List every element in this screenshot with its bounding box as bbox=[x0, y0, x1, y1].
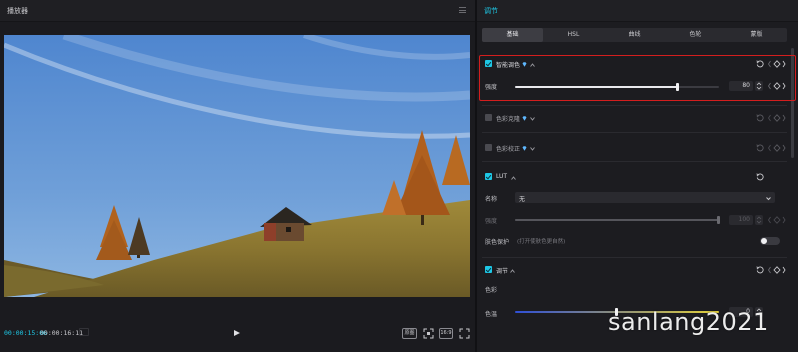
divider bbox=[482, 257, 787, 258]
lut-name-label: 名称 bbox=[485, 196, 498, 203]
landscape-frame bbox=[4, 35, 470, 297]
chevron-up-icon[interactable] bbox=[511, 174, 516, 180]
chevron-down-icon[interactable] bbox=[530, 115, 535, 121]
tab-basic[interactable]: 基础 bbox=[482, 28, 543, 42]
play-button[interactable] bbox=[234, 330, 240, 336]
temperature-label: 色温 bbox=[485, 311, 498, 318]
adjust-tabs: 基础 HSL 曲线 色轮 蒙版 bbox=[482, 28, 787, 42]
temperature-input[interactable]: 0 bbox=[729, 307, 753, 317]
timecode-toggle[interactable] bbox=[79, 328, 89, 336]
smart-color-label: 智能调色 bbox=[496, 62, 521, 69]
color-correct-checkbox[interactable] bbox=[485, 144, 492, 151]
lut-name-value: 无 bbox=[519, 196, 526, 203]
skin-protect-note: (打开使肤色更自然) bbox=[517, 239, 566, 245]
lut-intensity-input[interactable]: 100 bbox=[729, 215, 753, 225]
reset-icon[interactable] bbox=[756, 144, 764, 152]
adjust-panel: 调节 基础 HSL 曲线 色轮 蒙版 智能调色 强度 80 色彩克隆 色彩校正 … bbox=[477, 0, 798, 352]
intensity-stepper[interactable] bbox=[755, 81, 763, 91]
tab-mask[interactable]: 蒙版 bbox=[726, 28, 787, 42]
intensity-stepper[interactable] bbox=[755, 215, 763, 225]
temperature-slider[interactable] bbox=[515, 308, 719, 316]
vip-gem-icon bbox=[522, 115, 527, 121]
slider-thumb[interactable] bbox=[717, 216, 720, 224]
keyframe-nav-icon[interactable] bbox=[767, 216, 786, 224]
vip-gem-icon bbox=[522, 61, 527, 67]
color-group-label: 色彩 bbox=[485, 287, 498, 294]
fullscreen-icon[interactable] bbox=[459, 328, 470, 339]
smart-color-intensity-input[interactable]: 80 bbox=[729, 81, 753, 91]
divider bbox=[482, 105, 787, 106]
player-header: 播放器 bbox=[0, 0, 475, 22]
keyframe-nav-icon[interactable] bbox=[767, 144, 786, 152]
chevron-down-icon bbox=[766, 195, 771, 201]
total-timecode: 00:00:16:11 bbox=[40, 329, 84, 337]
reset-icon[interactable] bbox=[756, 266, 764, 274]
smart-color-intensity-label: 强度 bbox=[485, 84, 498, 91]
adjust-section-label: 调节 bbox=[496, 268, 509, 275]
tab-curves[interactable]: 曲线 bbox=[604, 28, 665, 42]
slider-thumb[interactable] bbox=[615, 308, 618, 316]
color-correct-label: 色彩校正 bbox=[496, 146, 521, 153]
adjust-checkbox[interactable] bbox=[485, 266, 492, 273]
original-image-button[interactable]: 原图 bbox=[402, 328, 417, 339]
video-preview bbox=[4, 35, 470, 297]
scrollbar[interactable] bbox=[791, 48, 794, 348]
scroll-thumb[interactable] bbox=[791, 48, 794, 158]
reset-icon[interactable] bbox=[756, 114, 764, 122]
temperature-stepper[interactable] bbox=[755, 307, 763, 317]
lut-label: LUT bbox=[496, 173, 508, 180]
player-title: 播放器 bbox=[7, 7, 28, 15]
chevron-down-icon[interactable] bbox=[530, 145, 535, 151]
aspect-ratio-button[interactable]: 16:9 bbox=[439, 328, 453, 339]
reset-icon[interactable] bbox=[756, 60, 764, 68]
divider bbox=[482, 161, 787, 162]
player-panel: 播放器 00:00:15:06 00:00:16:11 原图 16:9 bbox=[0, 0, 475, 352]
tab-hsl[interactable]: HSL bbox=[543, 28, 604, 42]
slider-thumb[interactable] bbox=[676, 83, 679, 91]
divider bbox=[482, 132, 787, 133]
player-footer: 00:00:15:06 00:00:16:11 原图 16:9 bbox=[0, 320, 475, 352]
lut-checkbox[interactable] bbox=[485, 173, 492, 180]
tab-color-wheel[interactable]: 色轮 bbox=[665, 28, 726, 42]
keyframe-nav-icon[interactable] bbox=[767, 114, 786, 122]
lut-intensity-label: 强度 bbox=[485, 218, 498, 225]
menu-icon[interactable] bbox=[459, 7, 466, 13]
keyframe-nav-icon[interactable] bbox=[767, 60, 786, 68]
smart-color-checkbox[interactable] bbox=[485, 60, 492, 67]
toggle-knob bbox=[761, 238, 767, 244]
keyframe-nav-icon[interactable] bbox=[767, 266, 786, 274]
vip-gem-icon bbox=[522, 145, 527, 151]
adjust-title: 调节 bbox=[484, 7, 498, 15]
lut-name-select[interactable]: 无 bbox=[515, 192, 775, 203]
color-match-label: 色彩克隆 bbox=[496, 116, 521, 123]
adjust-header: 调节 bbox=[477, 0, 798, 22]
skin-protect-toggle[interactable] bbox=[760, 237, 780, 245]
fit-screen-icon[interactable] bbox=[423, 328, 434, 339]
smart-color-intensity-slider[interactable] bbox=[515, 83, 719, 91]
chevron-up-icon[interactable] bbox=[510, 267, 515, 273]
chevron-up-icon[interactable] bbox=[530, 61, 535, 67]
keyframe-nav-icon[interactable] bbox=[767, 82, 786, 90]
lut-intensity-slider[interactable] bbox=[515, 216, 720, 224]
skin-protect-label: 肤色保护 bbox=[485, 239, 510, 246]
color-match-checkbox[interactable] bbox=[485, 114, 492, 121]
reset-icon[interactable] bbox=[756, 173, 764, 181]
